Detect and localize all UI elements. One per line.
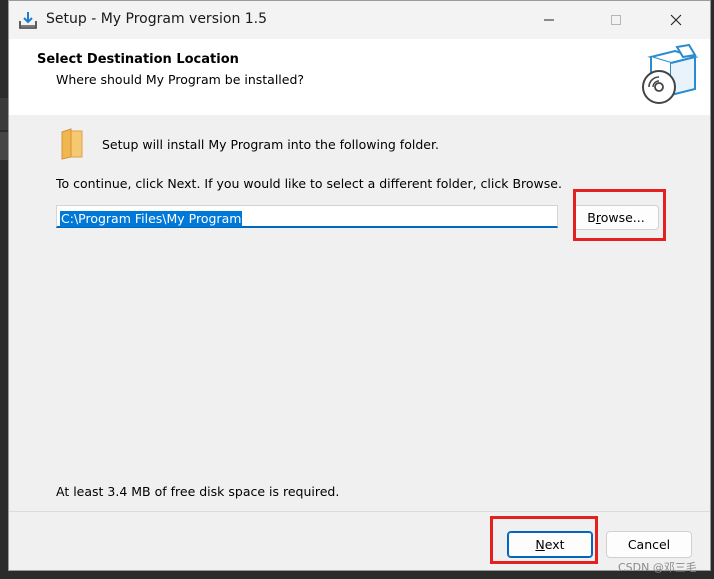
cancel-button[interactable]: Cancel xyxy=(606,531,692,558)
next-label-accesskey: N xyxy=(535,537,545,552)
install-intro-text: Setup will install My Program into the f… xyxy=(102,137,439,152)
close-button[interactable] xyxy=(647,1,705,39)
destination-path-input[interactable]: C:\Program Files\My Program xyxy=(56,205,558,228)
browse-label-end: owse... xyxy=(600,210,645,225)
next-label-end: ext xyxy=(544,537,565,552)
setup-download-icon xyxy=(18,10,38,30)
page-title: Select Destination Location xyxy=(37,52,239,67)
setup-window: Setup - My Program version 1.5 Select De… xyxy=(8,0,711,571)
desktop-background-strip xyxy=(0,98,8,130)
title-bar[interactable]: Setup - My Program version 1.5 xyxy=(9,1,710,39)
minimize-button[interactable] xyxy=(520,1,578,39)
software-box-cd-icon xyxy=(637,43,701,107)
browse-label-start: B xyxy=(587,210,596,225)
path-value: C:\Program Files\My Program xyxy=(60,211,243,227)
close-icon xyxy=(670,14,682,26)
folder-icon xyxy=(59,128,85,160)
wizard-content: Setup will install My Program into the f… xyxy=(9,115,710,511)
wizard-footer: Next Cancel xyxy=(9,511,710,570)
browse-button[interactable]: Browse... xyxy=(573,205,659,230)
wizard-header: Select Destination Location Where should… xyxy=(9,39,710,115)
maximize-icon xyxy=(611,15,621,25)
disk-space-text: At least 3.4 MB of free disk space is re… xyxy=(56,484,340,499)
minimize-icon xyxy=(544,19,554,21)
next-button[interactable]: Next xyxy=(507,531,593,558)
watermark: CSDN @邓三毛 xyxy=(618,561,697,574)
maximize-button[interactable] xyxy=(587,1,645,39)
instruction-text: To continue, click Next. If you would li… xyxy=(56,176,562,191)
page-subtitle: Where should My Program be installed? xyxy=(56,72,305,87)
desktop-background-strip xyxy=(0,132,8,160)
window-title: Setup - My Program version 1.5 xyxy=(46,11,268,27)
